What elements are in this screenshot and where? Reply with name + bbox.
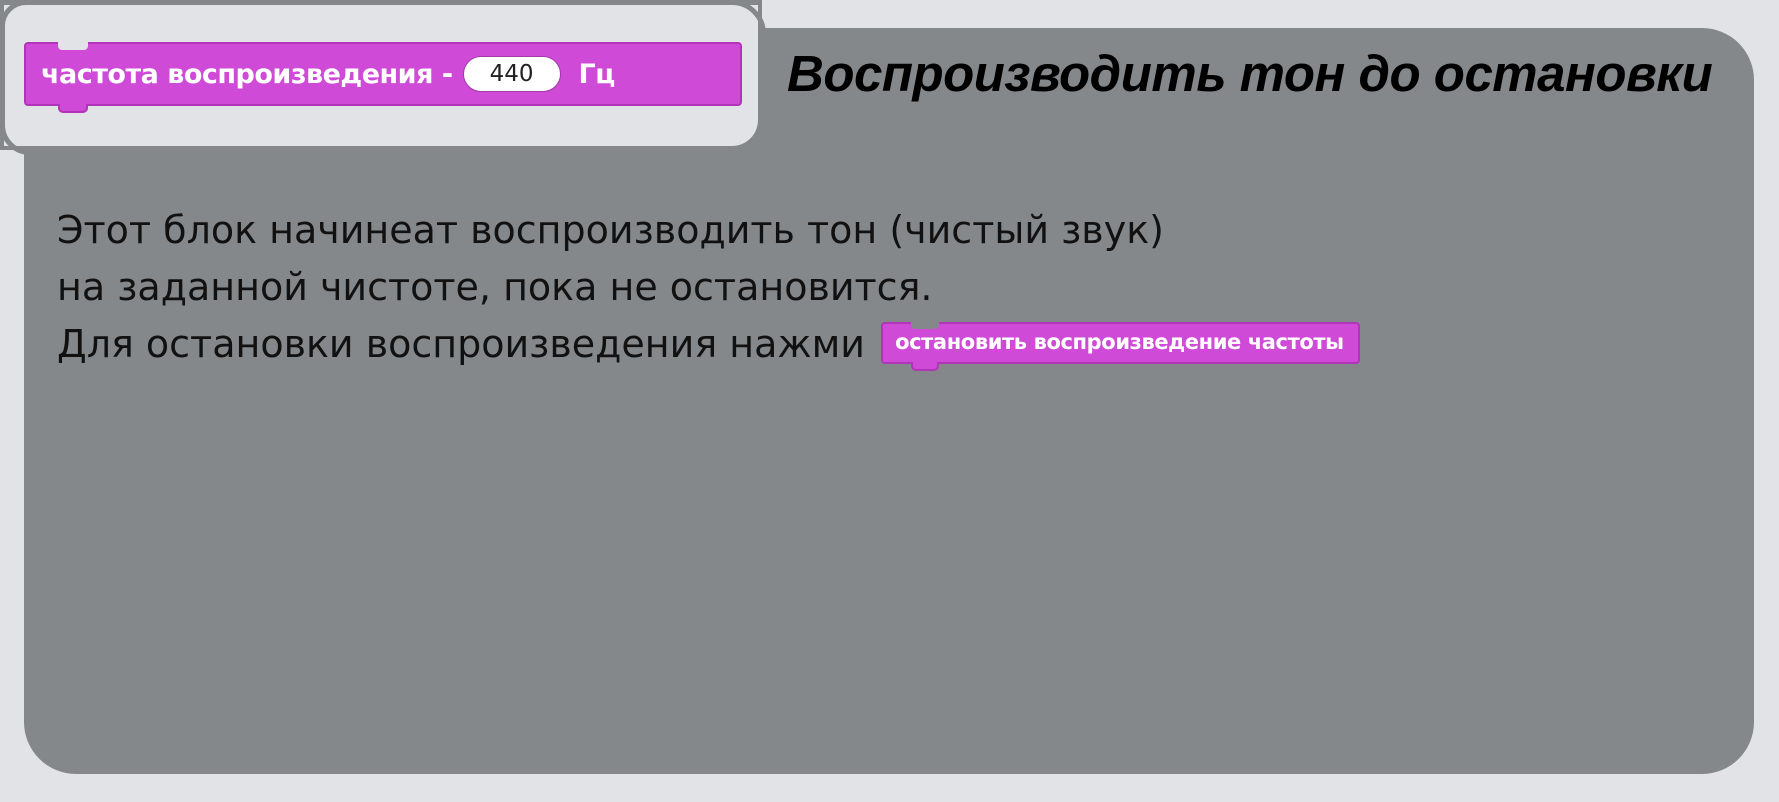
page-title: Воспроизводить тон до остановки	[787, 45, 1713, 102]
description-line-2: на заданной чистоте, пока не остановится…	[57, 265, 933, 309]
block-notch	[58, 42, 88, 50]
description-line-3: Для остановки воспроизведения нажми оста…	[57, 316, 1717, 373]
block-unit: Гц	[578, 58, 616, 90]
block-notch	[911, 321, 940, 329]
frequency-value-input[interactable]: 440	[462, 56, 561, 92]
description-line-1: Этот блок начинеат воспроизводить тон (ч…	[57, 208, 1164, 252]
stop-block-label: остановить воспроизведение частоты	[895, 330, 1344, 354]
description-text: Этот блок начинеат воспроизводить тон (ч…	[57, 202, 1717, 373]
play-frequency-block[interactable]: частота воспроизведения - 440 Гц	[24, 42, 742, 113]
description-line-3-text: Для остановки воспроизведения нажми	[57, 322, 865, 366]
block-label: частота воспроизведения -	[41, 58, 453, 90]
block-tab	[911, 361, 940, 371]
stop-frequency-block[interactable]: остановить воспроизведение частоты	[881, 321, 1360, 371]
block-tab	[58, 104, 88, 113]
